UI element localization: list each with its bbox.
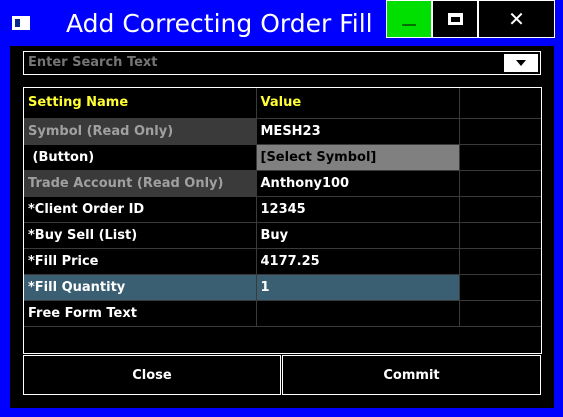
- commit-button[interactable]: Commit: [282, 355, 541, 395]
- close-window-button[interactable]: ✕: [478, 0, 555, 38]
- row-symbol[interactable]: Symbol (Read Only) MESH23: [24, 117, 541, 145]
- app-icon[interactable]: [12, 16, 30, 30]
- search-box: [23, 51, 541, 75]
- free-form-text-field[interactable]: [255, 299, 460, 327]
- row-select-symbol[interactable]: (Button) [Select Symbol]: [24, 143, 541, 171]
- setting-name-cell: *Fill Quantity: [24, 273, 257, 301]
- row-trade-account[interactable]: Trade Account (Read Only) Anthony100: [24, 169, 541, 197]
- setting-value-cell: MESH23: [255, 117, 460, 145]
- window-title: Add Correcting Order Fill: [66, 9, 373, 38]
- client-order-id-field[interactable]: 12345: [255, 195, 460, 223]
- setting-name-cell: *Fill Price: [24, 247, 257, 275]
- setting-extra-cell: [458, 169, 541, 197]
- setting-extra-cell: [458, 247, 541, 275]
- row-buy-sell[interactable]: *Buy Sell (List) Buy: [24, 221, 541, 249]
- setting-extra-cell: [458, 221, 541, 249]
- column-header-setting-name[interactable]: Setting Name: [24, 88, 257, 119]
- setting-name-cell: *Buy Sell (List): [24, 221, 257, 249]
- setting-value-cell: Anthony100: [255, 169, 460, 197]
- column-header-value[interactable]: Value: [255, 88, 460, 119]
- setting-name-cell: *Client Order ID: [24, 195, 257, 223]
- title-bar[interactable]: Add Correcting Order Fill ✕: [0, 0, 563, 48]
- close-icon: ✕: [508, 7, 525, 31]
- close-button[interactable]: Close: [23, 355, 281, 395]
- setting-name-cell: Trade Account (Read Only): [24, 169, 257, 197]
- row-free-form-text[interactable]: Free Form Text: [24, 299, 541, 327]
- setting-extra-cell: [458, 273, 541, 301]
- buy-sell-select[interactable]: Buy: [255, 221, 460, 249]
- select-symbol-button[interactable]: [Select Symbol]: [255, 143, 460, 171]
- dialog-window: Add Correcting Order Fill ✕ Setting Name…: [0, 0, 563, 417]
- setting-extra-cell: [458, 143, 541, 171]
- row-fill-quantity[interactable]: *Fill Quantity 1: [24, 273, 541, 301]
- dialog-content: Setting Name Value Symbol (Read Only) ME…: [10, 46, 554, 408]
- grid-header-row: Setting Name Value: [24, 88, 541, 119]
- minimize-button[interactable]: [386, 0, 432, 38]
- minimize-icon: [402, 24, 416, 26]
- column-header-extra: [458, 88, 541, 119]
- settings-grid: Setting Name Value Symbol (Read Only) ME…: [23, 87, 542, 354]
- maximize-icon: [447, 13, 463, 25]
- setting-name-cell: Free Form Text: [24, 299, 257, 327]
- setting-extra-cell: [458, 117, 541, 145]
- row-client-order-id[interactable]: *Client Order ID 12345: [24, 195, 541, 223]
- setting-extra-cell: [458, 195, 541, 223]
- row-fill-price[interactable]: *Fill Price 4177.25: [24, 247, 541, 275]
- fill-quantity-field[interactable]: 1: [255, 273, 460, 301]
- maximize-button[interactable]: [432, 0, 478, 38]
- chevron-down-icon: [516, 60, 526, 66]
- setting-name-cell: Symbol (Read Only): [24, 117, 257, 145]
- search-input[interactable]: [28, 54, 498, 72]
- search-dropdown-button[interactable]: [504, 54, 538, 72]
- setting-name-cell: (Button): [24, 143, 257, 171]
- fill-price-field[interactable]: 4177.25: [255, 247, 460, 275]
- setting-extra-cell: [458, 299, 541, 327]
